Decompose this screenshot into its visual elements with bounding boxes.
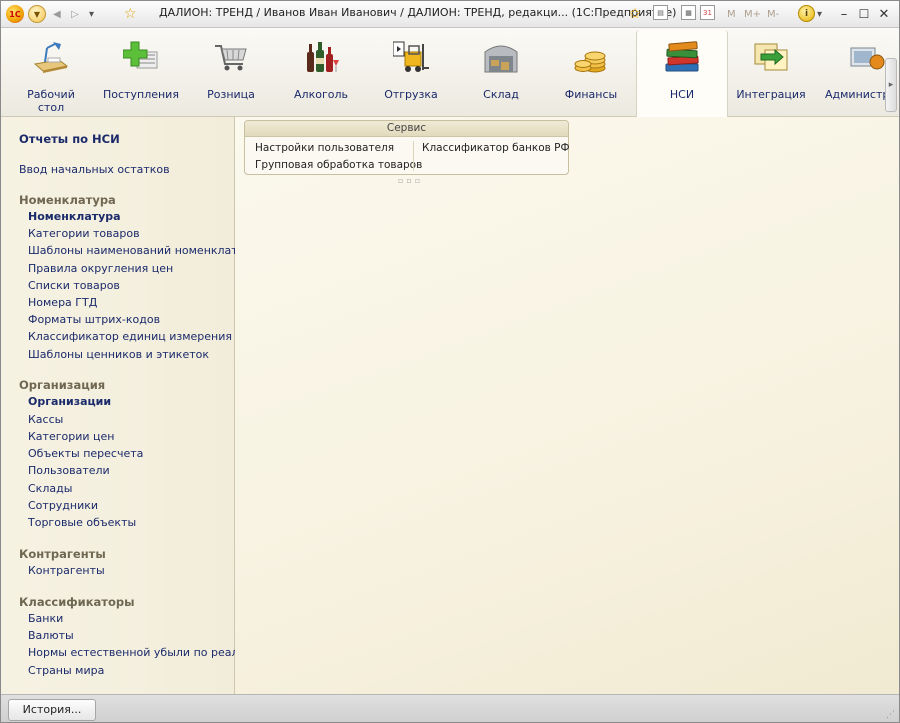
nav-item-banks[interactable]: Банки — [28, 612, 63, 625]
main-menu-icon[interactable]: ▼ — [28, 5, 46, 23]
section-retail[interactable]: Розница — [189, 28, 273, 116]
nav-item-recount-objects[interactable]: Объекты пересчета — [28, 447, 143, 460]
history-dropdown-icon[interactable]: ▾ — [89, 5, 94, 23]
print-icon[interactable]: ▤ — [653, 5, 668, 20]
desk-lamp-icon — [33, 42, 69, 73]
incoming-goods-icon — [123, 41, 158, 69]
nav-item-currencies[interactable]: Валюты — [28, 629, 74, 642]
section-shipment[interactable]: Отгрузка — [369, 28, 453, 116]
navigation-panel: Отчеты по НСИ Ввод начальных остатков Но… — [1, 117, 260, 694]
section-label: Поступления — [103, 88, 179, 101]
section-warehouse[interactable]: Склад — [459, 28, 543, 116]
forklift-icon — [393, 41, 429, 72]
nav-item-users[interactable]: Пользователи — [28, 464, 110, 477]
nav-initial-balances-link[interactable]: Ввод начальных остатков — [19, 163, 170, 176]
nav-item-loss-norms[interactable]: Нормы естественной убыли по реали... — [28, 646, 256, 659]
app-window: 1С ▼ ◀ ▷ ▾ ☆ ДАЛИОН: ТРЕНД / Иванов Иван… — [0, 0, 900, 723]
panel-divider — [413, 141, 414, 171]
admin-icon — [850, 47, 885, 70]
section-label: Розница — [207, 88, 255, 101]
nav-item-nomenclature[interactable]: Номенклатура — [28, 210, 121, 223]
books-icon — [665, 41, 699, 72]
memory-minus-button[interactable]: M- — [767, 5, 779, 23]
forward-arrow-icon[interactable]: ▷ — [71, 5, 79, 23]
cmd-bank-classifier[interactable]: Классификатор банков РФ — [422, 142, 570, 154]
nav-item-units-classifier[interactable]: Классификатор единиц измерения — [28, 330, 232, 343]
nav-item-employees[interactable]: Сотрудники — [28, 499, 98, 512]
workspace-area: Сервис Настройки пользователя Групповая … — [235, 117, 899, 694]
nav-item-label-templates[interactable]: Шаблоны ценников и этикеток — [28, 348, 209, 361]
nav-reports-link[interactable]: Отчеты по НСИ — [19, 132, 120, 146]
section-label: Администри — [825, 88, 891, 101]
history-button[interactable]: История... — [8, 699, 96, 721]
nav-item-price-categories[interactable]: Категории цен — [28, 430, 114, 443]
calendar-icon[interactable]: 31 — [700, 5, 715, 20]
resize-grip-icon[interactable]: ⋰ — [886, 710, 895, 720]
info-dropdown-icon[interactable]: ▾ — [817, 5, 822, 23]
coins-icon — [574, 51, 606, 73]
nav-item-name-templates[interactable]: Шаблоны наименований номенклатуры — [28, 244, 260, 257]
info-icon[interactable]: i — [798, 5, 815, 22]
nav-group-title: Классификаторы — [19, 595, 135, 609]
title-bar: 1С ▼ ◀ ▷ ▾ ☆ ДАЛИОН: ТРЕНД / Иванов Иван… — [1, 1, 899, 28]
nav-item-product-categories[interactable]: Категории товаров — [28, 227, 140, 240]
section-label: Склад — [483, 88, 519, 101]
section-finance[interactable]: Финансы — [549, 28, 633, 116]
nav-group-title: Организация — [19, 378, 106, 392]
service-panel-title: Сервис — [245, 121, 568, 137]
shopping-cart-icon — [215, 45, 247, 71]
nav-item-trade-objects[interactable]: Торговые объекты — [28, 516, 136, 529]
integration-icon — [754, 43, 788, 71]
nav-item-rounding-rules[interactable]: Правила округления цен — [28, 262, 173, 275]
sections-scroll-right-button[interactable]: ▸ — [885, 58, 897, 112]
1c-logo-icon[interactable]: 1С — [6, 5, 24, 23]
bottles-icon — [307, 42, 339, 72]
nav-item-countries[interactable]: Страны мира — [28, 664, 104, 677]
service-panel: Сервис Настройки пользователя Групповая … — [244, 120, 570, 175]
nav-item-organizations[interactable]: Организации — [28, 395, 111, 408]
warehouse-icon — [484, 45, 518, 73]
nav-item-product-lists[interactable]: Списки товаров — [28, 279, 120, 292]
maximize-button[interactable]: ☐ — [857, 5, 871, 23]
section-incoming[interactable]: Поступления — [99, 28, 183, 116]
section-label: Алкоголь — [294, 88, 348, 101]
minimize-button[interactable]: – — [837, 5, 851, 23]
section-label: Рабочий стол — [27, 88, 75, 114]
section-administration[interactable]: Администри — [819, 28, 891, 116]
nav-item-warehouses[interactable]: Склады — [28, 482, 72, 495]
nav-item-gtd-numbers[interactable]: Номера ГТД — [28, 296, 97, 309]
nav-group-title: Контрагенты — [19, 547, 106, 561]
section-label: Отгрузка — [384, 88, 438, 101]
section-integration[interactable]: Интеграция — [729, 28, 813, 116]
panel-resize-handle[interactable]: ▫▫▫ — [398, 176, 423, 185]
memory-plus-button[interactable]: M+ — [744, 5, 761, 23]
memory-button[interactable]: M — [727, 5, 736, 23]
section-label: Финансы — [564, 88, 618, 101]
nav-group-title: Номенклатура — [19, 193, 116, 207]
nav-item-cash-registers[interactable]: Кассы — [28, 413, 63, 426]
nav-item-barcode-formats[interactable]: Форматы штрих-кодов — [28, 313, 160, 326]
calculator-icon[interactable]: ▦ — [681, 5, 696, 20]
close-button[interactable]: ✕ — [877, 5, 891, 23]
back-arrow-icon[interactable]: ◀ — [53, 5, 61, 23]
favorites-star-icon[interactable]: ☆ — [124, 5, 137, 23]
section-alcohol[interactable]: Алкоголь — [279, 28, 363, 116]
section-desktop[interactable]: Рабочий стол — [9, 28, 93, 116]
window-title: ДАЛИОН: ТРЕНД / Иванов Иван Иванович / Д… — [159, 6, 677, 19]
section-nsi[interactable]: НСИ — [636, 30, 728, 117]
section-label: НСИ — [669, 88, 695, 101]
status-bar: История... ⋰ — [1, 694, 899, 722]
cmd-group-processing[interactable]: Групповая обработка товаров — [255, 159, 422, 171]
section-label: Интеграция — [736, 88, 806, 101]
cmd-user-settings[interactable]: Настройки пользователя — [255, 142, 394, 154]
add-favorite-icon[interactable]: ✩ — [629, 5, 641, 23]
sections-panel: Рабочий стол Поступления Розница Алкогол… — [1, 28, 899, 117]
nav-item-counterparties[interactable]: Контрагенты — [28, 564, 105, 577]
